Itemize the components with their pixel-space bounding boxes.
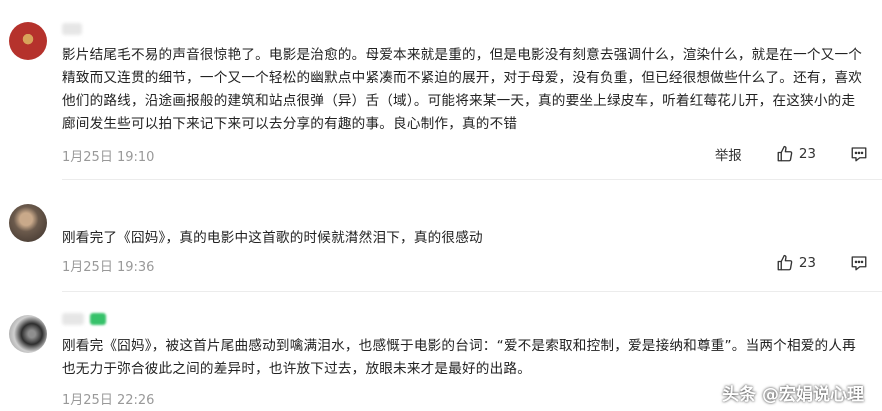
comment-item: 刚看完了《囧妈》，真的电影中这首歌的时候就潸然泪下，真的很感动 1月25日 19… [0,180,882,292]
badge-icon [90,313,106,325]
like-count: 23 [798,146,816,162]
thumbs-up-icon [777,254,793,271]
comment-actions: 举报 23 [715,144,868,164]
comment-actions: 23 [776,254,868,272]
reply-button[interactable] [850,254,868,272]
comment-icon [851,256,867,271]
like-button[interactable]: 23 [776,254,816,272]
avatar[interactable] [9,22,47,60]
report-button[interactable]: 举报 [715,144,742,164]
like-button[interactable]: 23 [776,145,816,163]
reply-button[interactable] [850,145,868,163]
username-blurred[interactable] [62,313,84,325]
comment-icon [851,147,867,162]
like-count: 23 [798,255,816,271]
comment-item: 影片结尾毛不易的声音很惊艳了。电影是治愈的。母爱本来就是重的，但是电影没有刻意去… [0,0,882,180]
username-blurred[interactable] [62,23,82,35]
comment-time: 1月25日 19:10 [62,150,155,165]
comment-time: 1月25日 19:36 [62,260,155,275]
watermark: 头条 @宏娟说心理 [722,380,864,405]
watermark-text: 头条 @宏娟说心理 [722,385,864,405]
comment-text: 刚看完《囧妈》，被这首片尾曲感动到噙满泪水，也感慨于电影的台词：“爱不是索取和控… [62,338,856,377]
thumbs-up-icon [777,145,793,162]
comment-text: 刚看完了《囧妈》，真的电影中这首歌的时候就潸然泪下，真的很感动 [62,230,483,246]
avatar[interactable] [9,204,47,242]
comment-time: 1月25日 22:26 [62,393,155,408]
avatar[interactable] [9,315,47,353]
comment-text: 影片结尾毛不易的声音很惊艳了。电影是治愈的。母爱本来就是重的，但是电影没有刻意去… [62,47,863,132]
